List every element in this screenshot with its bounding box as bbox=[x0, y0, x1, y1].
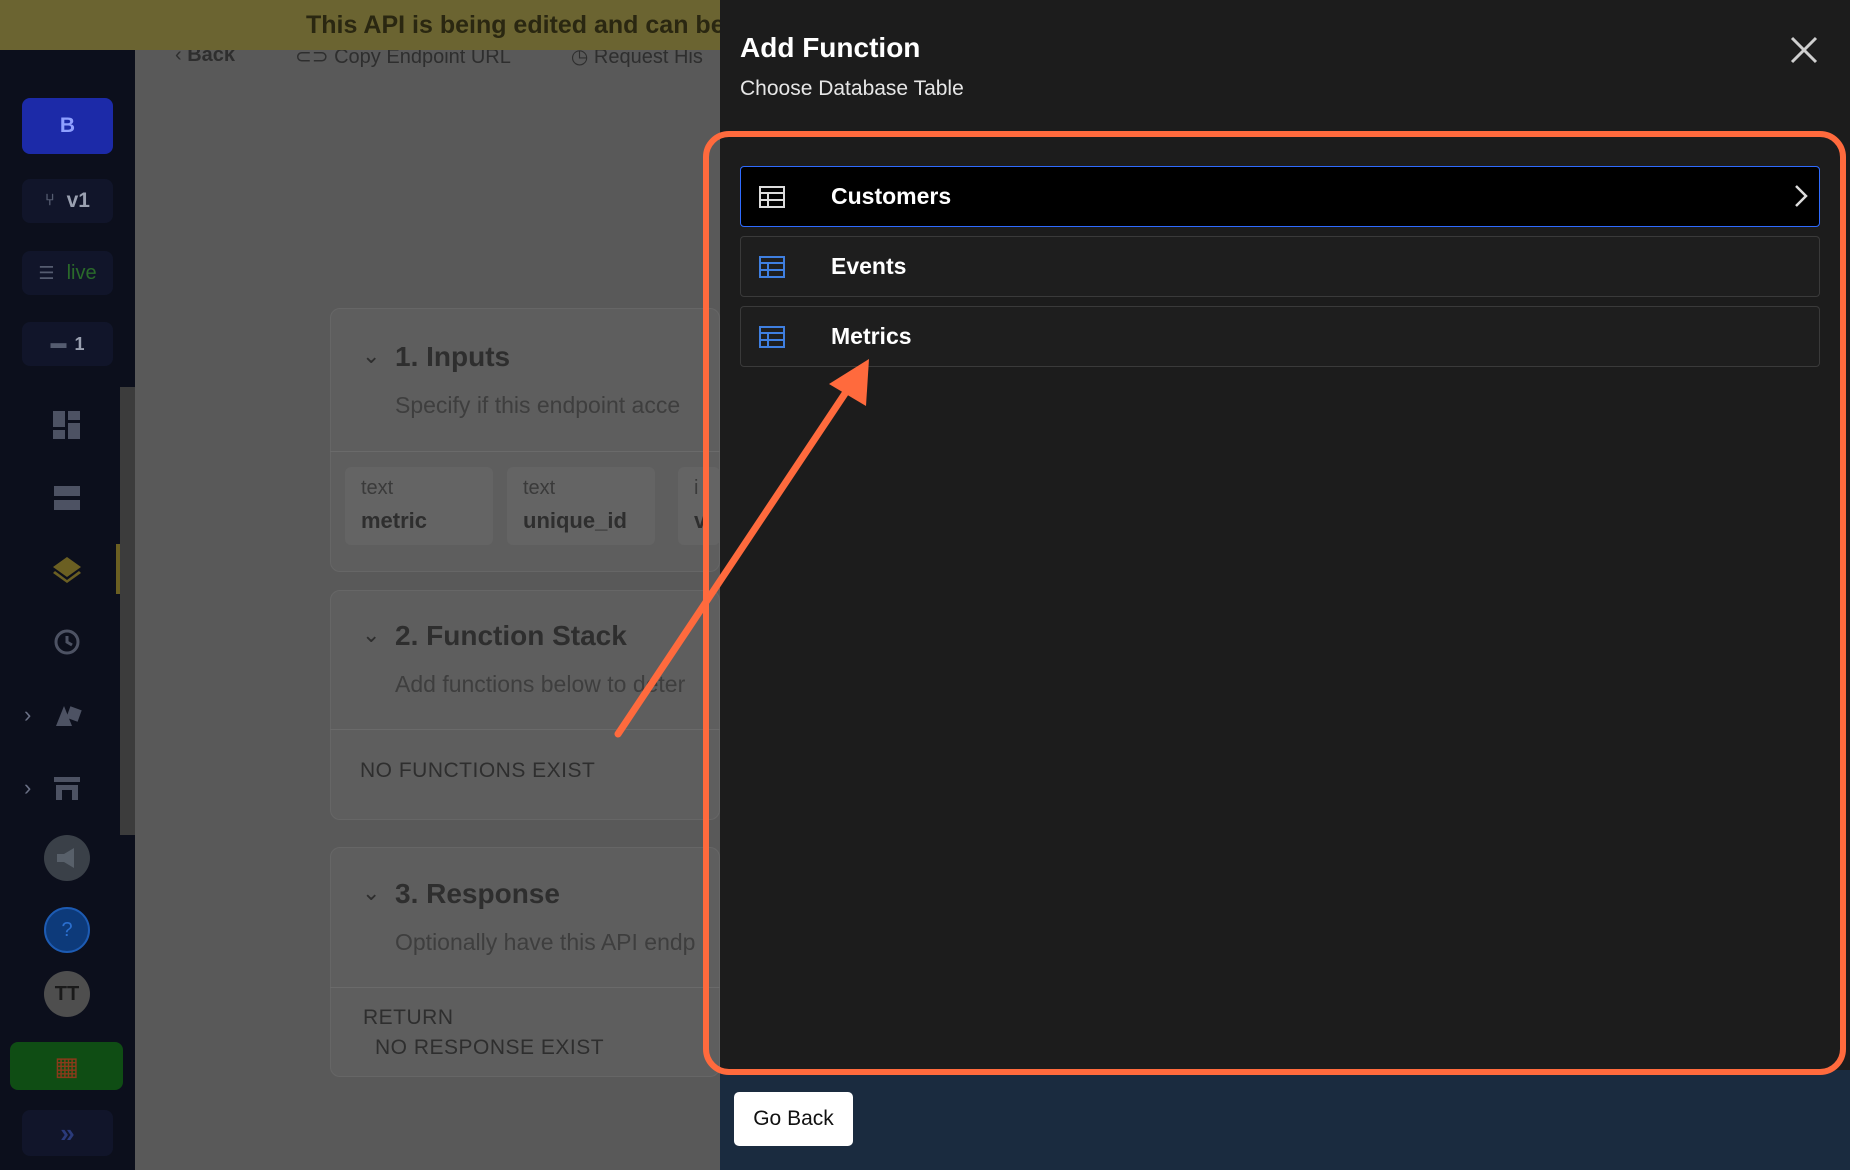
api-icon[interactable] bbox=[47, 550, 87, 590]
history-icon[interactable] bbox=[47, 622, 87, 662]
response-description: Optionally have this API endp bbox=[395, 929, 696, 955]
comments-button[interactable]: ▬ 1 bbox=[22, 322, 113, 366]
comment-icon: ▬ bbox=[50, 335, 67, 352]
expand-sidebar-button[interactable]: » bbox=[22, 1110, 113, 1156]
datasource-label: live bbox=[66, 261, 97, 284]
copy-endpoint-link[interactable]: ⊂⊃ Copy Endpoint URL bbox=[295, 50, 511, 78]
input-type: text bbox=[361, 477, 394, 499]
drawer-footer bbox=[720, 1080, 1850, 1170]
back-link[interactable]: ‹ Back bbox=[175, 50, 235, 78]
chevron-down-icon[interactable]: ⌄ bbox=[362, 622, 380, 648]
branch-icon: ⑂ bbox=[45, 192, 55, 209]
drawer-subtitle: Choose Database Table bbox=[740, 77, 964, 100]
function-stack-description: Add functions below to deter bbox=[395, 671, 686, 697]
marketplace-icon[interactable] bbox=[47, 768, 87, 808]
edit-warning-banner: This API is being edited and can be bbox=[0, 0, 720, 50]
no-response-text: NO RESPONSE EXIST bbox=[375, 1036, 605, 1059]
branch-selector[interactable]: ⑂ v1 bbox=[22, 179, 113, 223]
response-title[interactable]: 3. Response bbox=[395, 878, 560, 910]
chevron-down-icon[interactable]: ⌄ bbox=[362, 880, 380, 906]
workspace-initial: B bbox=[59, 114, 76, 137]
gift-button[interactable]: ▦ bbox=[10, 1042, 123, 1090]
addons-icon[interactable] bbox=[47, 695, 87, 735]
input-field-chip[interactable]: text metric bbox=[345, 467, 493, 545]
announcements-icon[interactable] bbox=[44, 835, 90, 881]
input-field-chip[interactable]: text unique_id bbox=[507, 467, 655, 545]
sidebar-active-indicator bbox=[116, 544, 120, 594]
no-functions-text: NO FUNCTIONS EXIST bbox=[360, 759, 596, 782]
endpoint-toolbar: ‹ Back ⊂⊃ Copy Endpoint URL ◷ Request Hi… bbox=[135, 50, 720, 78]
highlight-box bbox=[703, 131, 1846, 1075]
chevron-right-icon[interactable]: › bbox=[24, 775, 31, 801]
divider bbox=[330, 451, 720, 452]
branch-label: v1 bbox=[66, 189, 90, 212]
workspace-button[interactable]: B bbox=[22, 98, 113, 154]
input-type: text bbox=[523, 477, 556, 499]
request-history-link[interactable]: ◷ Request His bbox=[571, 50, 703, 78]
go-back-button[interactable]: Go Back bbox=[734, 1092, 853, 1146]
input-name: metric bbox=[361, 508, 428, 533]
close-icon bbox=[1790, 36, 1818, 64]
return-label: RETURN bbox=[363, 1006, 454, 1029]
inputs-description: Specify if this endpoint acce bbox=[395, 392, 681, 418]
gift-icon: ▦ bbox=[54, 1050, 79, 1081]
double-chevron-right-icon: » bbox=[60, 1117, 75, 1148]
avatar-initials: TT bbox=[54, 982, 80, 1005]
database-icon: ☰ bbox=[38, 262, 55, 283]
inputs-title[interactable]: 1. Inputs bbox=[395, 341, 510, 373]
comments-count: 1 bbox=[74, 333, 85, 354]
sidebar-scrollbar[interactable] bbox=[120, 387, 135, 835]
datasource-selector[interactable]: ☰ live bbox=[22, 251, 113, 295]
dashboard-icon[interactable] bbox=[47, 405, 87, 445]
help-icon[interactable]: ? bbox=[44, 907, 90, 953]
chevron-right-icon[interactable]: › bbox=[24, 702, 31, 728]
close-button[interactable] bbox=[1784, 30, 1824, 70]
divider bbox=[330, 729, 720, 730]
function-stack-title[interactable]: 2. Function Stack bbox=[395, 620, 627, 652]
database-tables-icon[interactable] bbox=[47, 478, 87, 518]
divider bbox=[330, 987, 720, 988]
chevron-down-icon[interactable]: ⌄ bbox=[362, 343, 380, 369]
drawer-title: Add Function bbox=[740, 32, 921, 63]
input-name: unique_id bbox=[523, 508, 627, 533]
user-avatar[interactable]: TT bbox=[44, 971, 90, 1017]
